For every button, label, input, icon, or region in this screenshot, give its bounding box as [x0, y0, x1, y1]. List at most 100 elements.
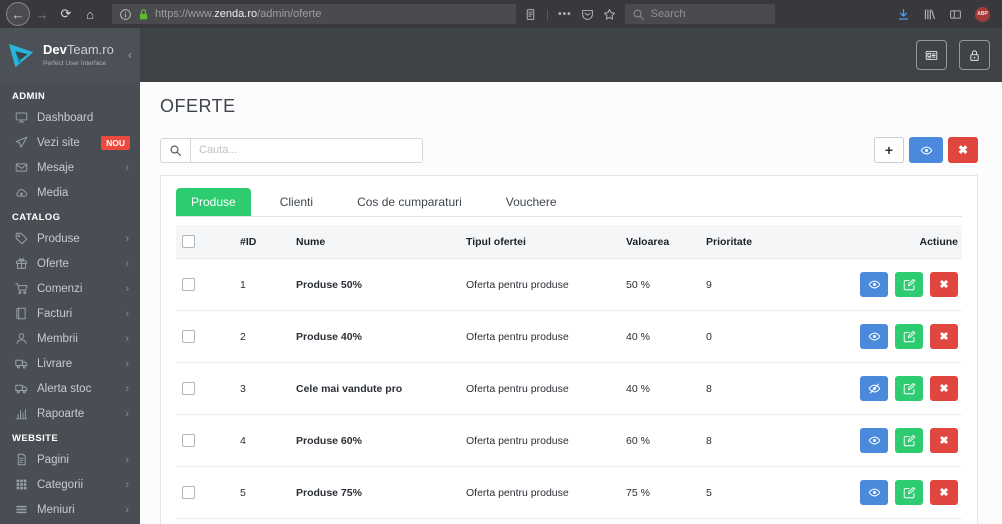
page-title: OFERTE: [160, 96, 236, 116]
sidebar-item-mesaje[interactable]: Mesaje ›: [0, 155, 140, 180]
view-row-button[interactable]: [860, 428, 889, 453]
row-checkbox[interactable]: [182, 486, 195, 499]
browser-search-field[interactable]: Search: [624, 4, 775, 24]
bookmark-star-icon[interactable]: [603, 8, 616, 21]
refresh-button[interactable]: ⟳: [54, 2, 78, 26]
sidebar-section-title: WEBSITE: [12, 433, 59, 444]
cell-id: 2: [234, 310, 290, 363]
brand-name: DevTeam.ro: [43, 42, 114, 58]
chevron-right-icon: ›: [125, 407, 129, 420]
sidebar-item-alerta-stoc[interactable]: Alerta stoc ›: [0, 376, 140, 401]
delete-row-button[interactable]: ✖: [930, 324, 958, 349]
home-button[interactable]: ⌂: [78, 2, 102, 26]
delete-row-button[interactable]: ✖: [930, 272, 958, 297]
row-checkbox[interactable]: [182, 330, 195, 343]
edit-row-button[interactable]: [895, 480, 924, 505]
delete-button[interactable]: ✖: [948, 137, 978, 163]
view-row-button[interactable]: [860, 272, 889, 297]
edit-row-button[interactable]: [895, 324, 924, 349]
eye-icon: [868, 278, 881, 291]
edit-row-button[interactable]: [895, 428, 924, 453]
view-row-button[interactable]: [860, 480, 889, 505]
adblock-icon[interactable]: ABP: [975, 6, 990, 22]
view-row-button[interactable]: [860, 376, 889, 401]
cell-tip: Oferta pentru produse: [460, 414, 620, 467]
table-row: 5 Produse 75% Oferta pentru produse 75 %…: [176, 466, 962, 519]
view-button[interactable]: [909, 137, 943, 163]
forward-button[interactable]: →: [30, 2, 54, 26]
tab-clienti[interactable]: Clienti: [265, 188, 328, 216]
cell-nume: Produse 60%: [290, 414, 460, 467]
chart-icon: [14, 407, 28, 420]
sidebar-item-media[interactable]: Media: [0, 180, 140, 205]
edit-icon: [903, 278, 916, 291]
sidebar-item-vezi-site[interactable]: Vezi site NOU: [0, 130, 140, 155]
sidebar-item-meniuri[interactable]: Meniuri ›: [0, 497, 140, 522]
tab-produse[interactable]: Produse: [176, 188, 251, 216]
cell-nume: Produse 75%: [290, 466, 460, 519]
tab-cos-de-cumparaturi[interactable]: Cos de cumparaturi: [342, 188, 477, 216]
search-input[interactable]: [190, 137, 423, 163]
edit-row-button[interactable]: [895, 376, 924, 401]
row-checkbox[interactable]: [182, 382, 195, 395]
url-text: https://www.zenda.ro/admin/oferte: [155, 8, 322, 20]
delete-row-button[interactable]: ✖: [930, 480, 958, 505]
row-checkbox[interactable]: [182, 434, 195, 447]
sidebar-item-rapoarte[interactable]: Rapoarte ›: [0, 401, 140, 426]
search-addon: [160, 137, 190, 163]
reader-view-icon[interactable]: [524, 8, 537, 21]
table-row: 6 Produse 67% Oferta pentru produse 67 %…: [176, 518, 962, 524]
sidebar-item-label: Rapoarte: [37, 407, 85, 420]
page-actions-icon[interactable]: •••: [558, 9, 572, 20]
sidebar-item-produse[interactable]: Produse ›: [0, 226, 140, 251]
sidebar-item-label: Categorii: [37, 478, 84, 491]
cell-tip: Oferta pentru produse: [460, 310, 620, 363]
offers-panel: Produse Clienti Cos de cumparaturi Vouch…: [160, 175, 978, 524]
sidebar-item-livrare[interactable]: Livrare ›: [0, 351, 140, 376]
truck-icon: [14, 357, 28, 370]
tracking-protection-icon[interactable]: [119, 8, 132, 21]
sidebar-item-categorii[interactable]: Categorii ›: [0, 472, 140, 497]
cell-valoarea: 50 %: [620, 258, 700, 311]
cell-id: 1: [234, 258, 290, 311]
delete-row-button[interactable]: ✖: [930, 376, 958, 401]
add-button[interactable]: +: [874, 137, 904, 163]
cell-prioritate: 8: [700, 362, 840, 415]
sidebar-item-facturi[interactable]: Facturi ›: [0, 301, 140, 326]
cell-nume: Produse 50%: [290, 258, 460, 311]
select-all-checkbox[interactable]: [182, 235, 195, 248]
pocket-icon[interactable]: [581, 8, 594, 21]
sidebar-toggle-icon[interactable]: [949, 8, 962, 21]
edit-icon: [903, 382, 916, 395]
edit-row-button[interactable]: [895, 272, 924, 297]
contact-card-button[interactable]: [916, 40, 947, 70]
url-bar[interactable]: https://www.zenda.ro/admin/oferte: [112, 4, 516, 24]
library-icon[interactable]: [923, 8, 936, 21]
lock-icon: [968, 49, 981, 62]
tab-vouchere[interactable]: Vouchere: [491, 188, 572, 216]
delete-row-button[interactable]: ✖: [930, 428, 958, 453]
back-button[interactable]: ←: [6, 2, 30, 26]
sidebar-item-comenzi[interactable]: Comenzi ›: [0, 276, 140, 301]
downloads-icon[interactable]: [897, 8, 910, 21]
send-icon: [14, 136, 28, 149]
sidebar-item-dashboard[interactable]: Dashboard: [0, 105, 140, 130]
sidebar-item-pagini[interactable]: Pagini ›: [0, 447, 140, 472]
col-nume: Nume: [290, 225, 460, 259]
col-tip: Tipul ofertei: [460, 225, 620, 259]
eye-icon: [920, 144, 933, 157]
sidebar-collapse-icon[interactable]: ‹: [128, 48, 132, 62]
sidebar-item-membrii[interactable]: Membrii ›: [0, 326, 140, 351]
tab-bar: Produse Clienti Cos de cumparaturi Vouch…: [176, 188, 962, 217]
chevron-right-icon: ›: [125, 453, 129, 466]
lock-button[interactable]: [959, 40, 990, 70]
col-actiune: Actiune: [840, 225, 962, 259]
view-row-button[interactable]: [860, 324, 889, 349]
cart-icon: [14, 282, 28, 295]
table-row: 4 Produse 60% Oferta pentru produse 60 %…: [176, 414, 962, 467]
idcard-icon: [925, 49, 938, 62]
row-checkbox[interactable]: [182, 278, 195, 291]
sidebar-item-oferte[interactable]: Oferte ›: [0, 251, 140, 276]
https-lock-icon[interactable]: [137, 8, 150, 21]
chevron-right-icon: ›: [125, 332, 129, 345]
